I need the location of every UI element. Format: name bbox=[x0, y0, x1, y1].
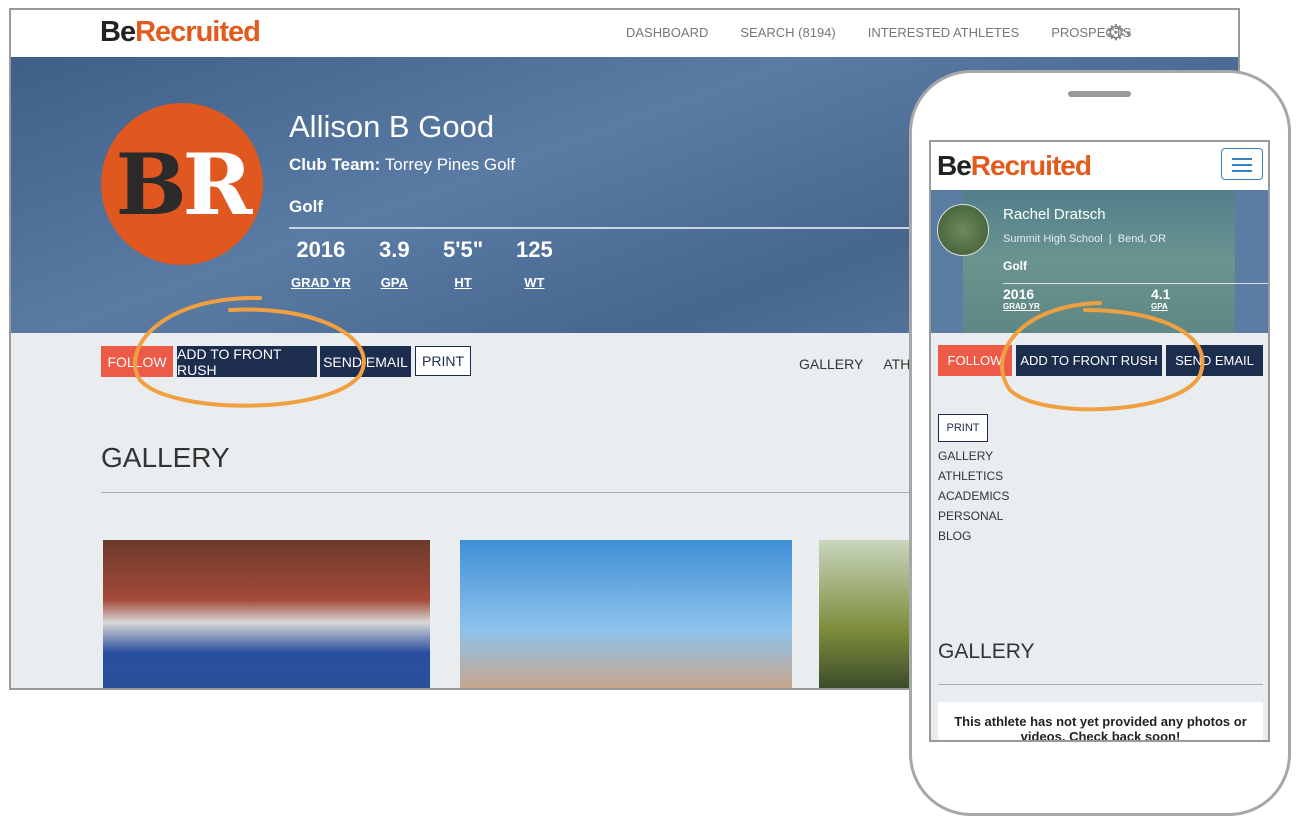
logo[interactable]: BeRecruited bbox=[937, 150, 1092, 182]
section-link-blog[interactable]: BLOG bbox=[938, 526, 1009, 546]
follow-button[interactable]: FOLLOW bbox=[101, 346, 173, 377]
print-button[interactable]: PRINT bbox=[415, 346, 471, 376]
add-to-front-rush-button[interactable]: ADD TO FRONT RUSH bbox=[1016, 345, 1162, 376]
gallery-photo[interactable] bbox=[103, 540, 430, 688]
stat-gpa: 4.1 GPA bbox=[1151, 286, 1171, 311]
logo[interactable]: BeRecruited bbox=[100, 16, 261, 49]
club-team: Club Team: Torrey Pines Golf bbox=[289, 155, 516, 174]
empty-gallery-message: This athlete has not yet provided any ph… bbox=[938, 702, 1263, 740]
avatar: BR bbox=[101, 103, 263, 265]
section-link-gallery[interactable]: GALLERY bbox=[938, 446, 1009, 466]
follow-button[interactable]: FOLLOW bbox=[938, 345, 1012, 376]
sport: Golf bbox=[289, 197, 323, 216]
gallery-photo[interactable] bbox=[819, 540, 919, 688]
stat-grad-yr: 2016 GRAD YR bbox=[1003, 286, 1040, 311]
sport: Golf bbox=[1003, 259, 1027, 273]
stat-grad-yr: 2016 GRAD YR bbox=[291, 237, 351, 290]
gear-icon[interactable]: ⚙▾ bbox=[1106, 20, 1131, 46]
section-link-gallery[interactable]: GALLERY bbox=[799, 356, 863, 372]
school: Summit High School | Bend, OR bbox=[1003, 233, 1167, 245]
stat-wt: 125 WT bbox=[516, 237, 553, 290]
hamburger-menu-icon[interactable] bbox=[1221, 148, 1263, 180]
athlete-name: Allison B Good bbox=[289, 109, 495, 144]
section-link-academics[interactable]: ACADEMICS bbox=[938, 486, 1009, 506]
nav-interested-athletes[interactable]: INTERESTED ATHLETES bbox=[868, 25, 1019, 40]
avatar bbox=[937, 204, 989, 256]
gallery-heading: GALLERY bbox=[101, 442, 230, 473]
add-to-front-rush-button[interactable]: ADD TO FRONT RUSH bbox=[177, 346, 317, 378]
mobile-screen: BeRecruited Rachel Dratsch Summit High S… bbox=[929, 140, 1270, 742]
stat-gpa: 3.9 GPA bbox=[379, 237, 410, 290]
navbar: BeRecruited DASHBOARD SEARCH (8194) INTE… bbox=[11, 10, 1238, 57]
gallery-heading: GALLERY bbox=[938, 640, 1035, 663]
phone-speaker bbox=[1068, 91, 1131, 97]
section-link-personal[interactable]: PERSONAL bbox=[938, 506, 1009, 526]
nav-search[interactable]: SEARCH (8194) bbox=[740, 25, 835, 40]
stat-ht: 5'5" HT bbox=[443, 237, 484, 290]
athlete-name: Rachel Dratsch bbox=[1003, 206, 1106, 223]
nav-dashboard[interactable]: DASHBOARD bbox=[626, 25, 708, 40]
send-email-button[interactable]: SEND EMAIL bbox=[320, 346, 411, 377]
print-button[interactable]: PRINT bbox=[938, 414, 988, 442]
profile-hero: Rachel Dratsch Summit High School | Bend… bbox=[931, 190, 1268, 333]
section-link-athletics[interactable]: ATHLETICS bbox=[938, 466, 1009, 486]
gallery-photo[interactable] bbox=[460, 540, 792, 688]
send-email-button[interactable]: SEND EMAIL bbox=[1166, 345, 1263, 376]
